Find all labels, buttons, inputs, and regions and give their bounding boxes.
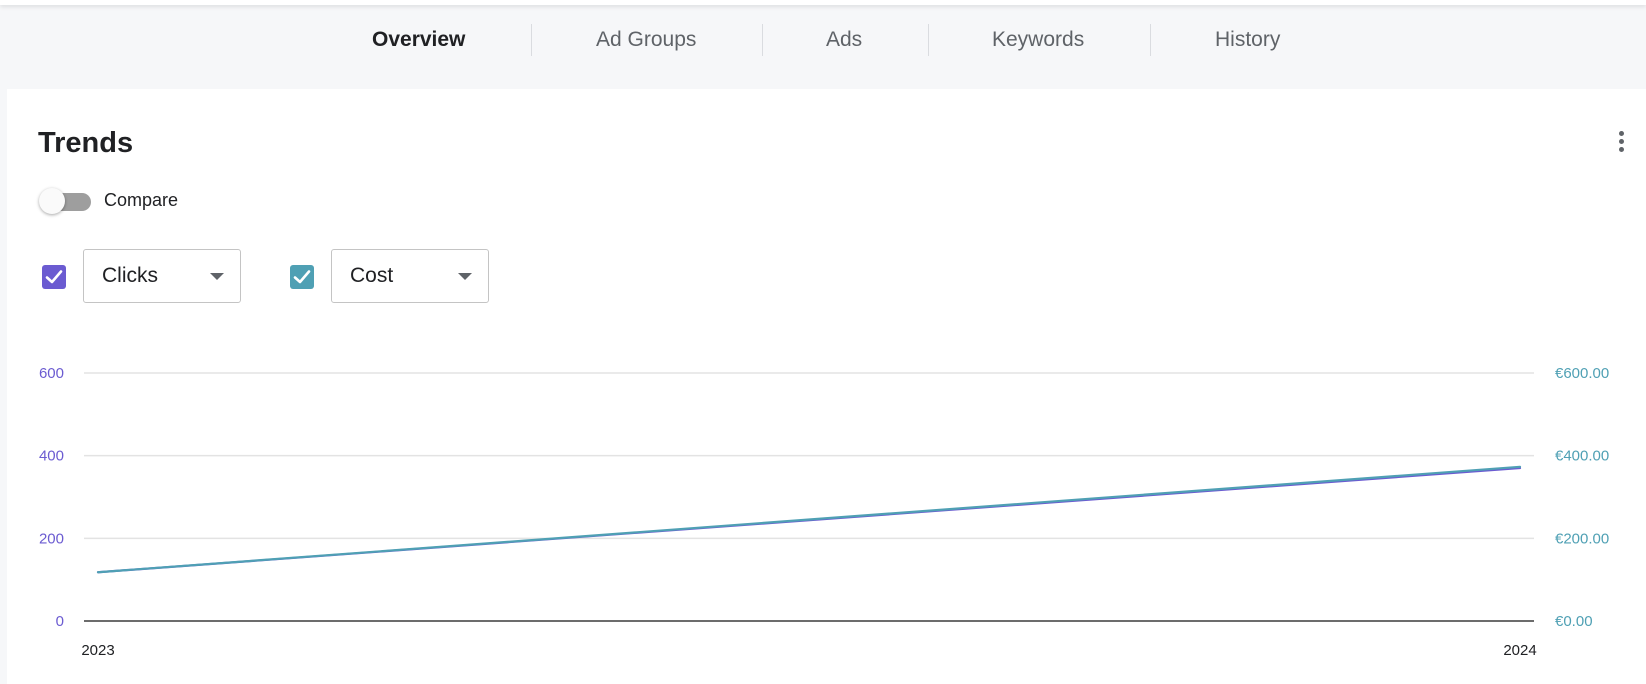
tab-keywords[interactable]: Keywords (992, 24, 1084, 56)
tab-ads[interactable]: Ads (826, 24, 862, 56)
tab-ad-groups[interactable]: Ad Groups (596, 24, 696, 56)
y-left-tick-label: 600 (39, 365, 64, 382)
x-tick-label: 2023 (81, 642, 114, 659)
y-left-tick-label: 400 (39, 448, 64, 465)
tab-history[interactable]: History (1215, 24, 1280, 56)
tab-bar: Overview Ad Groups Ads Keywords History (0, 0, 1646, 88)
y-right-tick-label: €0.00 (1555, 613, 1593, 630)
tab-divider (531, 24, 532, 56)
series-line-cost (96, 465, 1522, 574)
trends-chart: 600 400 200 0 €600.00 €400.00 €200.00 €0.00 2023… (39, 365, 1609, 659)
tab-divider (928, 24, 929, 56)
y-right-tick-label: €400.00 (1555, 448, 1609, 465)
tab-divider (762, 24, 763, 56)
trends-panel: Trends Compare Clicks Cost 600 400 200 0 €60… (7, 89, 1646, 684)
y-left-tick-label: 200 (39, 530, 64, 547)
tab-divider (1150, 24, 1151, 56)
tab-overview[interactable]: Overview (372, 24, 465, 56)
y-left-tick-label: 0 (56, 613, 64, 630)
x-tick-label: 2024 (1503, 642, 1536, 659)
y-right-tick-label: €200.00 (1555, 530, 1609, 547)
y-right-tick-label: €600.00 (1555, 365, 1609, 382)
